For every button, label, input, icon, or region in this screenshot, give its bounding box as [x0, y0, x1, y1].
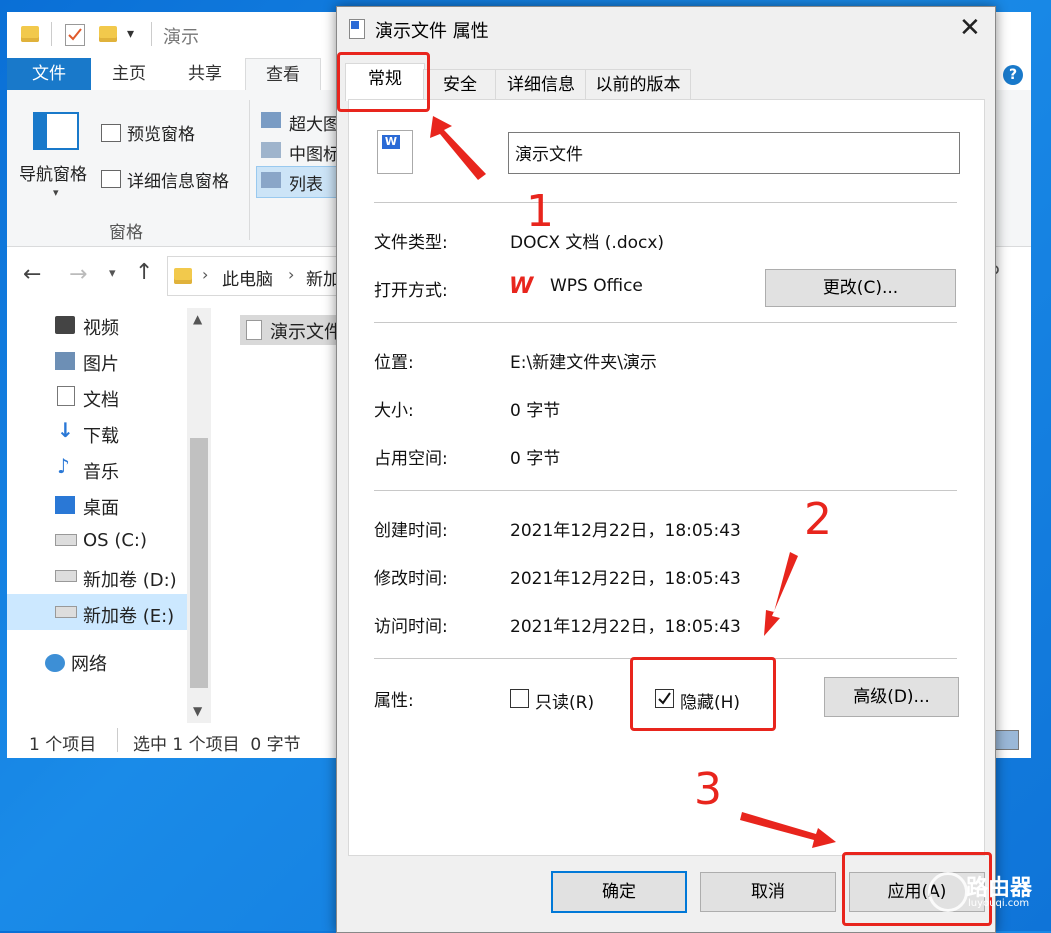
- arrow-2-icon: [764, 552, 798, 636]
- annotation-arrows: [430, 116, 836, 848]
- arrow-3-icon: [740, 812, 836, 848]
- watermark-subtext: luyouqi.com: [968, 898, 1030, 909]
- watermark-logo-icon: [928, 872, 968, 912]
- arrow-1-icon: [430, 116, 486, 180]
